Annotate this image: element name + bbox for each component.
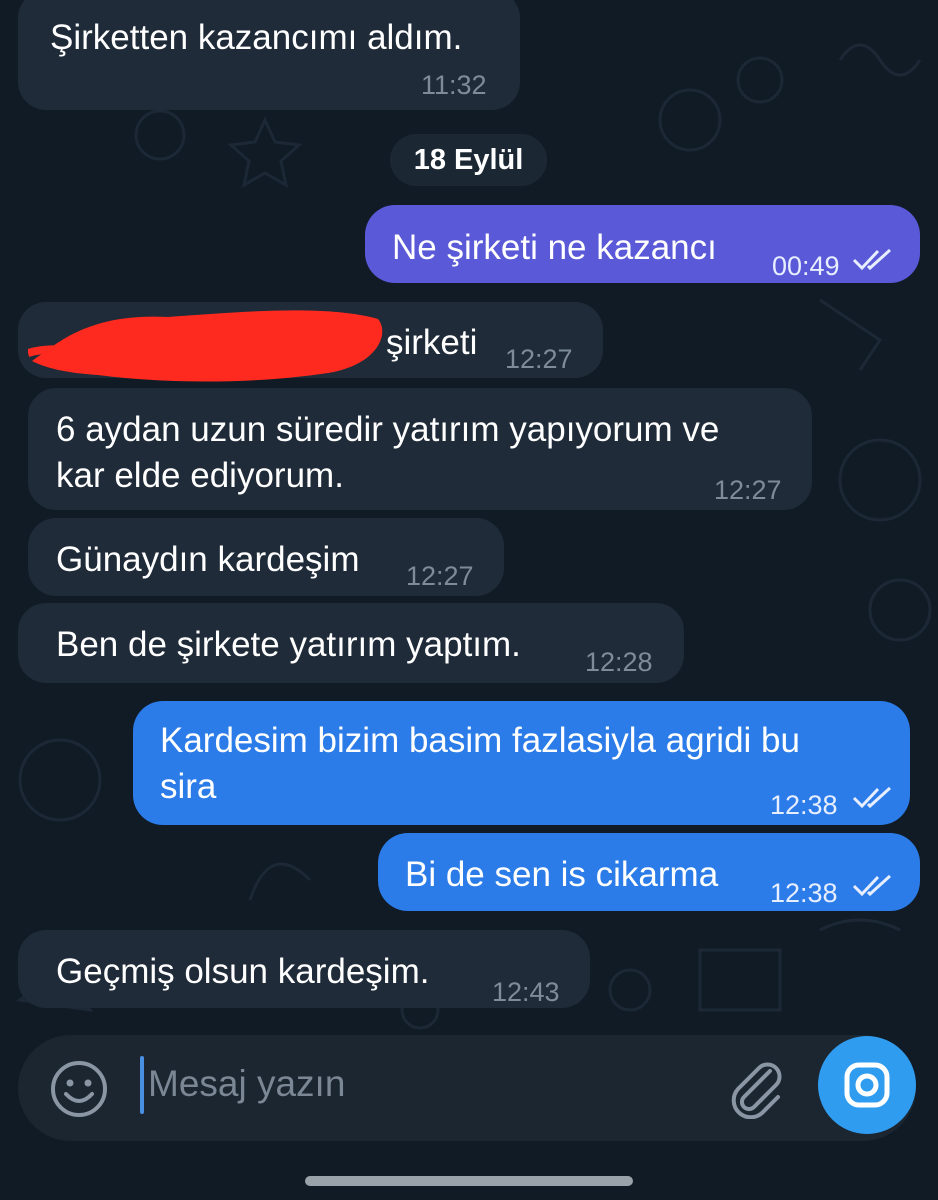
message-bubble-incoming[interactable]: 6 aydan uzun süredir yatırım yapıyorum v… <box>28 388 812 510</box>
message-time: 12:27 <box>505 344 573 374</box>
message-time: 12:38 <box>770 790 838 820</box>
message-time: 11:32 <box>421 70 487 100</box>
message-text: Günaydın kardeşim <box>56 540 360 579</box>
date-separator: 18 Eylül <box>390 134 547 186</box>
message-time: 12:28 <box>585 647 653 677</box>
message-text-line-1: Kardesim bizim basim fazlasiyla agridi b… <box>160 721 800 760</box>
double-check-icon <box>852 874 892 897</box>
message-time: 12:27 <box>714 475 782 505</box>
message-bubble-outgoing[interactable]: Bi de sen is cikarma 12:38 <box>378 833 920 911</box>
message-text-line-1: 6 aydan uzun süredir yatırım yapıyorum v… <box>56 410 720 449</box>
message-text: Geçmiş olsun kardeşim. <box>56 952 430 991</box>
message-time: 12:27 <box>406 561 474 591</box>
message-bubble-incoming[interactable]: Şirketten kazancımı aldım. 11:32 <box>18 0 520 110</box>
double-check-icon <box>852 786 892 809</box>
camera-icon <box>844 1062 890 1108</box>
home-indicator <box>305 1176 633 1186</box>
message-bubble-incoming[interactable]: Ben de şirkete yatırım yaptım. 12:28 <box>18 603 684 683</box>
double-check-icon <box>852 248 892 271</box>
camera-button[interactable] <box>818 1036 916 1134</box>
message-text: Şirketten kazancımı aldım. <box>50 18 463 57</box>
message-bubble-incoming[interactable]: Geçmiş olsun kardeşim. 12:43 <box>18 930 590 1008</box>
message-bubble-outgoing[interactable]: Kardesim bizim basim fazlasiyla agridi b… <box>133 701 910 825</box>
message-text-line-2: kar elde ediyorum. <box>56 456 344 495</box>
message-bubble-incoming[interactable]: Günaydın kardeşim 12:27 <box>28 518 504 596</box>
smiley-icon[interactable] <box>48 1058 110 1120</box>
message-text: Bi de sen is cikarma <box>405 855 719 894</box>
message-time: 00:49 <box>772 251 840 281</box>
message-time: 12:43 <box>492 977 560 1007</box>
message-text: Ne şirketi ne kazancı <box>392 228 717 267</box>
message-text-line-2: sira <box>160 767 217 806</box>
redaction-scribble <box>28 310 383 382</box>
text-cursor <box>140 1056 144 1114</box>
paperclip-icon[interactable] <box>728 1061 788 1119</box>
message-input[interactable]: Mesaj yazın <box>148 1063 345 1105</box>
message-text: Ben de şirkete yatırım yaptım. <box>56 625 521 664</box>
message-text: şirketi <box>386 323 478 362</box>
message-bubble-outgoing[interactable]: Ne şirketi ne kazancı 00:49 <box>365 205 920 283</box>
message-time: 12:38 <box>770 878 838 908</box>
